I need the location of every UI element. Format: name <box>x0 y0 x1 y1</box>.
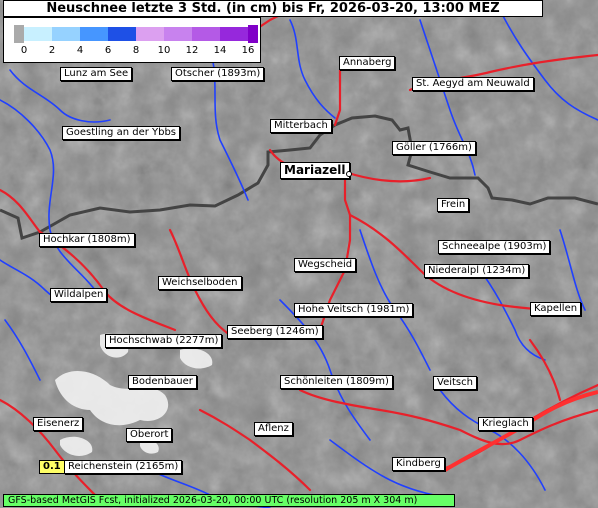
legend-tick-label: 4 <box>76 45 84 56</box>
legend-tick-label: 14 <box>213 45 227 56</box>
place-wildalpen: Wildalpen <box>50 288 108 302</box>
place-kindberg: Kindberg <box>392 457 445 471</box>
place-hochkar: Hochkar (1808m) <box>39 233 135 247</box>
legend-tick-label: 0 <box>20 45 28 56</box>
place-frein: Frein <box>437 198 470 212</box>
place-kapellen: Kapellen <box>530 302 582 316</box>
model-info-footer: GFS-based MetGIS Fcst, initialized 2026-… <box>3 494 455 507</box>
snow-legend: 0 2 4 6 8 10 12 14 16 <box>3 17 261 63</box>
legend-color-bar <box>24 27 248 41</box>
place-oberort: Oberort <box>126 428 173 442</box>
legend-tick-label: 8 <box>132 45 140 56</box>
legend-segment <box>164 27 192 41</box>
place-krieglach: Krieglach <box>478 417 533 431</box>
place-goestling: Goestling an der Ybbs <box>62 126 181 140</box>
place-hochschwab: Hochschwab (2277m) <box>105 334 223 348</box>
legend-tick-label: 6 <box>104 45 112 56</box>
place-schoenleiten: Schönleiten (1809m) <box>280 375 393 389</box>
legend-tick-label: 10 <box>157 45 171 56</box>
place-mitterbach: Mitterbach <box>270 119 332 133</box>
place-annaberg: Annaberg <box>339 56 396 70</box>
place-mariazell: Mariazell <box>280 162 350 179</box>
place-st-aegyd: St. Aegyd am Neuwald <box>412 77 534 91</box>
place-hohe-veitsch: Hohe Veitsch (1981m) <box>294 303 414 317</box>
legend-tick-label: 2 <box>48 45 56 56</box>
legend-segment <box>108 27 136 41</box>
legend-segment <box>52 27 80 41</box>
legend-segment <box>80 27 108 41</box>
place-weichselboden: Weichselboden <box>158 276 242 290</box>
place-schneealpe: Schneealpe (1903m) <box>438 240 551 254</box>
mariazell-marker <box>346 171 352 177</box>
legend-tick-label: 12 <box>185 45 199 56</box>
place-lunz: Lunz am See <box>60 67 133 81</box>
legend-segment <box>24 27 52 41</box>
legend-tick-label: 16 <box>241 45 255 56</box>
max-value-badge: 0.1 <box>39 460 65 474</box>
map-title: Neuschnee letzte 3 Std. (in cm) bis Fr, … <box>3 0 543 17</box>
legend-below-cap <box>14 25 24 43</box>
place-wegscheid: Wegscheid <box>294 258 357 272</box>
place-veitsch: Veitsch <box>433 376 477 390</box>
place-seeberg: Seeberg (1246m) <box>227 325 323 339</box>
place-eisenerz: Eisenerz <box>33 417 84 431</box>
place-niederalpl: Niederalpl (1234m) <box>424 264 530 278</box>
place-oetscher: Ötscher (1893m) <box>171 67 265 81</box>
legend-segment <box>136 27 164 41</box>
place-reichenstein: Reichenstein (2165m) <box>64 460 183 474</box>
legend-segment <box>220 27 248 41</box>
place-goeller: Göller (1766m) <box>392 141 476 155</box>
legend-segment <box>192 27 220 41</box>
place-bodenbauer: Bodenbauer <box>128 375 197 389</box>
place-aflenz: Aflenz <box>254 422 293 436</box>
legend-above-cap <box>248 25 258 43</box>
